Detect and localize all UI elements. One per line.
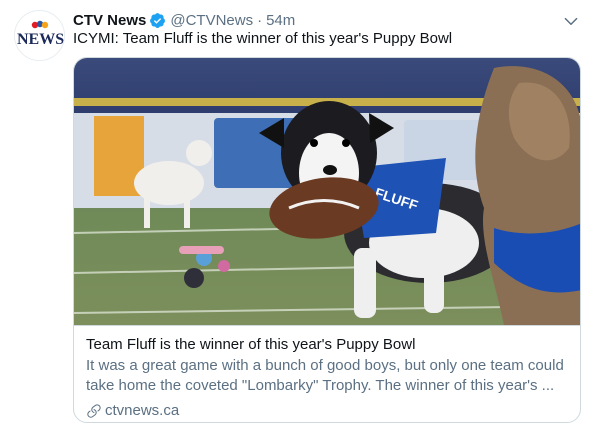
tweet-header: CTV News @CTVNews · 54m [73, 10, 295, 30]
link-card[interactable]: FLUFF Team Fluff is the winner of this y… [73, 57, 581, 423]
card-domain[interactable]: ctvnews.ca [86, 402, 179, 419]
verified-badge-icon [150, 12, 166, 28]
tweet-text: ICYMI: Team Fluff is the winner of this … [73, 30, 453, 47]
avatar-logo-text: NEWS [17, 31, 65, 48]
card-title[interactable]: Team Fluff is the winner of this year's … [86, 336, 415, 353]
separator-dot: · [257, 11, 263, 29]
author-name[interactable]: CTV News [73, 12, 146, 29]
card-domain-text: ctvnews.ca [105, 402, 180, 419]
author-handle[interactable]: @CTVNews [170, 12, 253, 29]
tweet[interactable]: NEWS CTV News @CTVNews · 54m ICYMI: Team… [0, 0, 594, 431]
card-description: It was a great game with a bunch of good… [86, 357, 564, 394]
chevron-down-icon[interactable] [562, 12, 580, 30]
tweet-timestamp[interactable]: 54m [266, 12, 295, 29]
link-icon [87, 403, 101, 418]
avatar[interactable]: NEWS [14, 10, 65, 61]
card-image: FLUFF [74, 58, 580, 326]
